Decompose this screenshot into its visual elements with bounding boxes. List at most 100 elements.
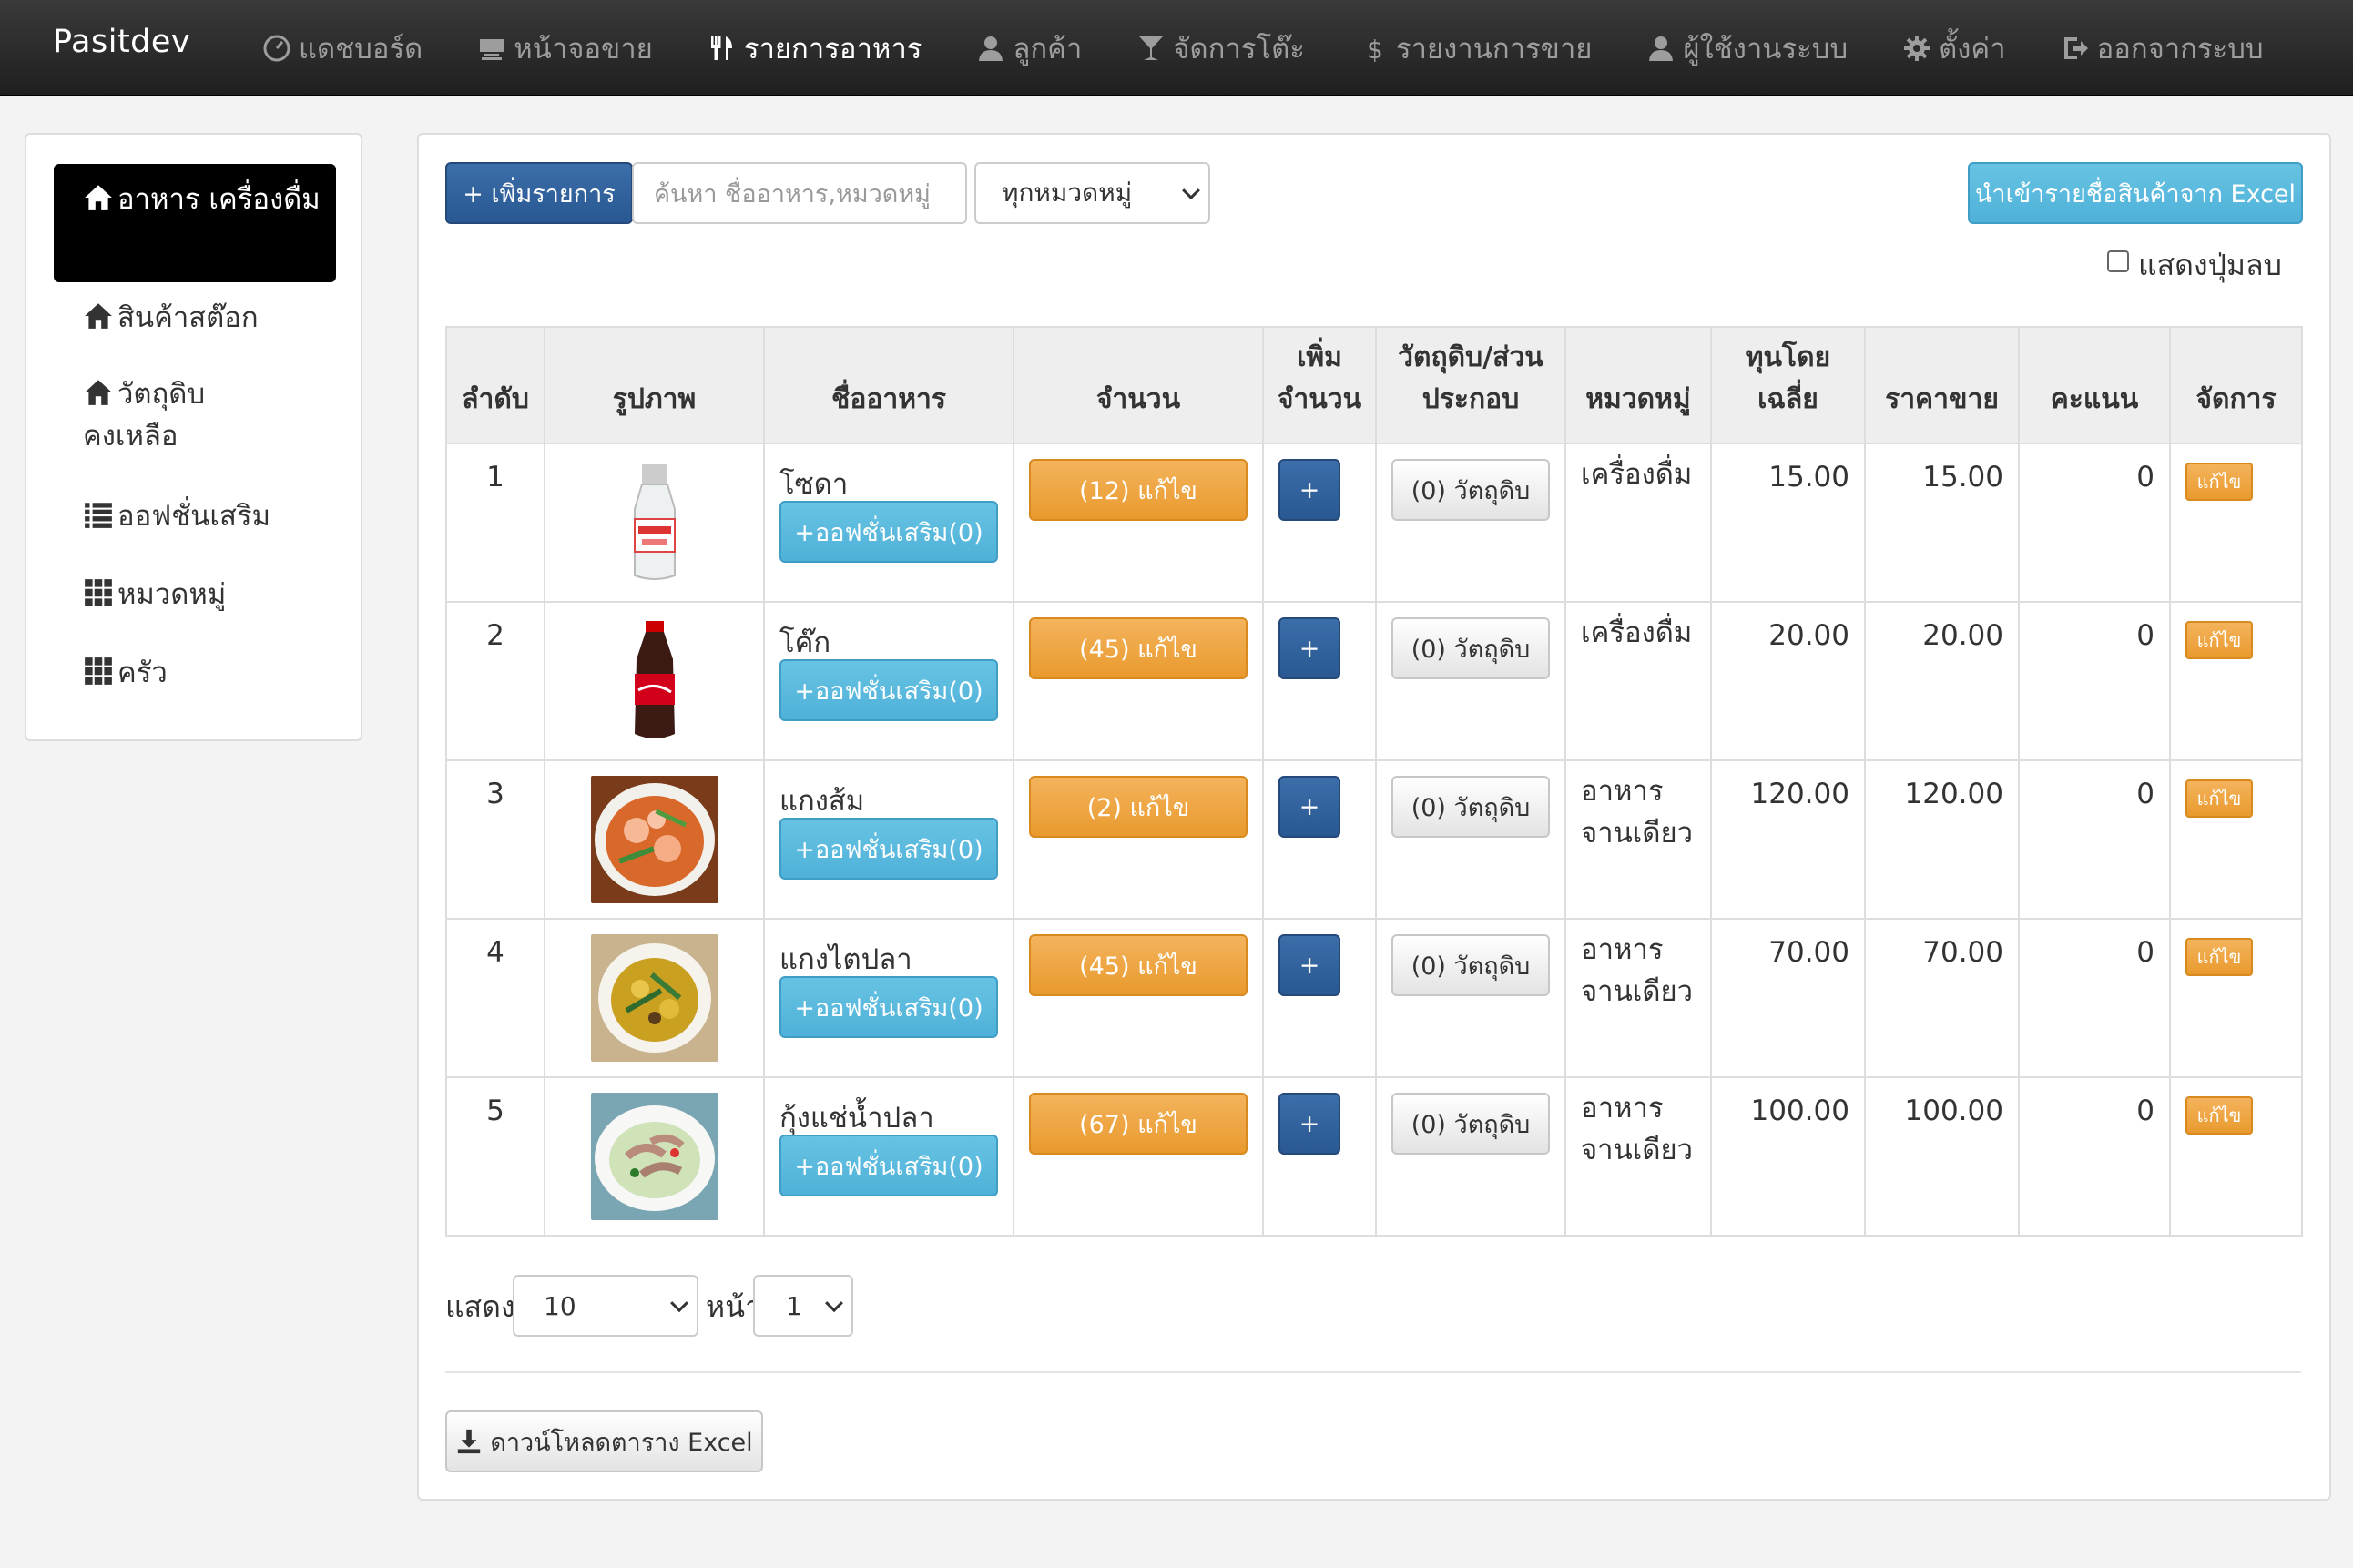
cell-manage: แก้ไข — [2169, 443, 2303, 603]
download-icon — [458, 1429, 481, 1454]
divider — [445, 1371, 2301, 1373]
cell-add-qty: + — [1262, 1076, 1377, 1237]
add-option-button[interactable]: +ออฟชั่นเสริม(0) — [779, 501, 998, 563]
ingredients-button[interactable]: (0) วัตถุดิบ — [1391, 776, 1550, 838]
ingredients-button[interactable]: (0) วัตถุดิบ — [1391, 617, 1550, 679]
cell-price: 120.00 — [1864, 759, 2020, 920]
import-excel-button[interactable]: นำเข้ารายชื่อสินค้าจาก Excel — [1968, 162, 2303, 224]
sidebar-item-options[interactable]: ออฟชั่นเสริม — [54, 495, 336, 537]
table-row: 5 กุ้งแช่น้ำปลา +ออฟชั่นเสริม(0) (67) แก้ไข… — [445, 1076, 2303, 1237]
cell-no: 4 — [445, 918, 545, 1078]
food-image — [590, 617, 718, 745]
svg-text:$: $ — [1367, 35, 1383, 63]
category-filter-value: ทุกหมวดหมู่ — [1002, 178, 1133, 208]
ingredients-button[interactable]: (0) วัตถุดิบ — [1391, 459, 1550, 521]
cell-image — [544, 443, 765, 603]
nav-item-dashboard[interactable]: แดชบอร์ด — [262, 25, 423, 71]
table-row: 3 แกงส้ม +ออฟชั่นเสริม(0) (2) แก้ไข + (0) วัต… — [445, 759, 2303, 920]
header-category: หมวดหมู่ — [1564, 326, 1712, 444]
cell-ingredients: (0) วัตถุดิบ — [1375, 601, 1566, 761]
food-name: โซดา — [779, 468, 849, 501]
page-select[interactable]: 1 — [753, 1275, 853, 1337]
cell-price: 15.00 — [1864, 443, 2020, 603]
cell-points: 0 — [2018, 1076, 2171, 1237]
add-qty-button[interactable]: + — [1278, 776, 1340, 838]
add-option-button[interactable]: +ออฟชั่นเสริม(0) — [779, 1135, 998, 1196]
edit-qty-button[interactable]: (45) แก้ไข — [1029, 934, 1248, 996]
nav-item-label: แดชบอร์ด — [299, 32, 423, 66]
add-option-button[interactable]: +ออฟชั่นเสริม(0) — [779, 659, 998, 721]
download-excel-button[interactable]: ดาวน์โหลดตาราง Excel — [445, 1410, 763, 1472]
add-qty-button[interactable]: + — [1278, 1093, 1340, 1155]
nav-item-customer[interactable]: ลูกค้า — [976, 25, 1082, 71]
edit-row-button[interactable]: แก้ไข — [2185, 463, 2253, 501]
edit-row-button[interactable]: แก้ไข — [2185, 621, 2253, 659]
sidebar-item-stock[interactable]: สินค้าสต๊อก — [54, 297, 336, 339]
menu-table: ลำดับ รูปภาพ ชื่ออาหาร จำนวน เพิ่ม จำนวน… — [445, 326, 2303, 1237]
search-input[interactable]: ค้นหา ชื่ออาหาร,หมวดหมู่ — [632, 162, 967, 224]
sidebar-item-food-drinks[interactable]: อาหาร เครื่องดื่ม — [54, 164, 336, 282]
nav-item-tables[interactable]: จัดการโต๊ะ — [1136, 25, 1305, 71]
header-avg-cost: ทุนโดย เฉลี่ย — [1710, 326, 1866, 444]
chevron-down-icon — [825, 1294, 843, 1313]
food-name: แกงส้ม — [779, 785, 865, 818]
add-option-button[interactable]: +ออฟชั่นเสริม(0) — [779, 818, 998, 880]
page-size-select[interactable]: 10 — [513, 1275, 698, 1337]
home-icon — [85, 303, 112, 329]
gear-icon — [1904, 35, 1930, 61]
cell-manage: แก้ไข — [2169, 918, 2303, 1078]
brand-logo[interactable]: Pasitdev — [53, 24, 190, 60]
header-no: ลำดับ — [445, 326, 545, 444]
sidebar-item-label: ออฟชั่นเสริม — [117, 500, 271, 533]
nav-item-menu[interactable]: รายการอาหาร — [708, 25, 922, 71]
edit-row-button[interactable]: แก้ไข — [2185, 938, 2253, 976]
edit-row-button[interactable]: แก้ไข — [2185, 779, 2253, 818]
header-price: ราคาขาย — [1864, 326, 2020, 444]
cell-name: กุ้งแช่น้ำปลา +ออฟชั่นเสริม(0) — [763, 1076, 1014, 1237]
add-qty-button[interactable]: + — [1278, 459, 1340, 521]
sidebar-item-label: ครัว — [117, 657, 168, 689]
cell-avg-cost: 100.00 — [1710, 1076, 1866, 1237]
cell-no: 3 — [445, 759, 545, 920]
edit-row-button[interactable]: แก้ไข — [2185, 1096, 2253, 1135]
header-qty: จำนวน — [1013, 326, 1264, 444]
sidebar-item-label: อาหาร เครื่องดื่ม — [117, 183, 321, 216]
add-qty-button[interactable]: + — [1278, 617, 1340, 679]
header-ingredients: วัตถุดิบ/ส่วน ประกอบ — [1375, 326, 1566, 444]
sidebar-item-ingredients[interactable]: วัตถุดิบ คงเหลือ — [54, 373, 236, 457]
nav-item-sales-report[interactable]: $ รายงานการขาย — [1360, 25, 1593, 71]
edit-qty-button[interactable]: (12) แก้ไข — [1029, 459, 1248, 521]
glass-icon — [1139, 36, 1164, 60]
nav-item-label: ตั้งค่า — [1939, 32, 2006, 66]
nav-item-users[interactable]: ผู้ใช้งานระบบ — [1646, 25, 1848, 71]
cell-points: 0 — [2018, 918, 2171, 1078]
table-header-row: ลำดับ รูปภาพ ชื่ออาหาร จำนวน เพิ่ม จำนวน… — [445, 326, 2303, 444]
ingredients-button[interactable]: (0) วัตถุดิบ — [1391, 1093, 1550, 1155]
add-item-button[interactable]: + เพิ่มรายการ — [445, 162, 633, 224]
add-option-button[interactable]: +ออฟชั่นเสริม(0) — [779, 976, 998, 1038]
cell-avg-cost: 15.00 — [1710, 443, 1866, 603]
food-image — [590, 459, 718, 586]
grid-icon — [85, 657, 112, 685]
cell-name: แกงไตปลา +ออฟชั่นเสริม(0) — [763, 918, 1014, 1078]
category-filter-select[interactable]: ทุกหมวดหมู่ — [974, 162, 1210, 224]
show-delete-checkbox[interactable] — [2107, 250, 2129, 272]
top-navbar: Pasitdev แดชบอร์ด หน้าจอขาย รายการอาหาร … — [0, 0, 2353, 96]
chevron-down-icon — [1182, 181, 1200, 200]
nav-item-settings[interactable]: ตั้งค่า — [1902, 25, 2006, 71]
cell-ingredients: (0) วัตถุดิบ — [1375, 759, 1566, 920]
page-size-value: 10 — [544, 1290, 576, 1321]
sidebar-item-kitchen[interactable]: ครัว — [54, 652, 336, 694]
sidebar-item-categories[interactable]: หมวดหมู่ — [54, 574, 336, 616]
edit-qty-button[interactable]: (2) แก้ไข — [1029, 776, 1248, 838]
cell-category: อาหาร จานเดียว — [1564, 759, 1712, 920]
edit-qty-button[interactable]: (67) แก้ไข — [1029, 1093, 1248, 1155]
add-qty-button[interactable]: + — [1278, 934, 1340, 996]
edit-qty-button[interactable]: (45) แก้ไข — [1029, 617, 1248, 679]
cell-qty: (45) แก้ไข — [1013, 918, 1264, 1078]
table-row: 4 แกงไตปลา +ออฟชั่นเสริม(0) (45) แก้ไข + (0) … — [445, 918, 2303, 1078]
nav-item-label: รายการอาหาร — [743, 32, 922, 66]
nav-item-logout[interactable]: ออกจากระบบ — [2061, 25, 2264, 71]
nav-item-pos[interactable]: หน้าจอขาย — [477, 25, 653, 71]
ingredients-button[interactable]: (0) วัตถุดิบ — [1391, 934, 1550, 996]
